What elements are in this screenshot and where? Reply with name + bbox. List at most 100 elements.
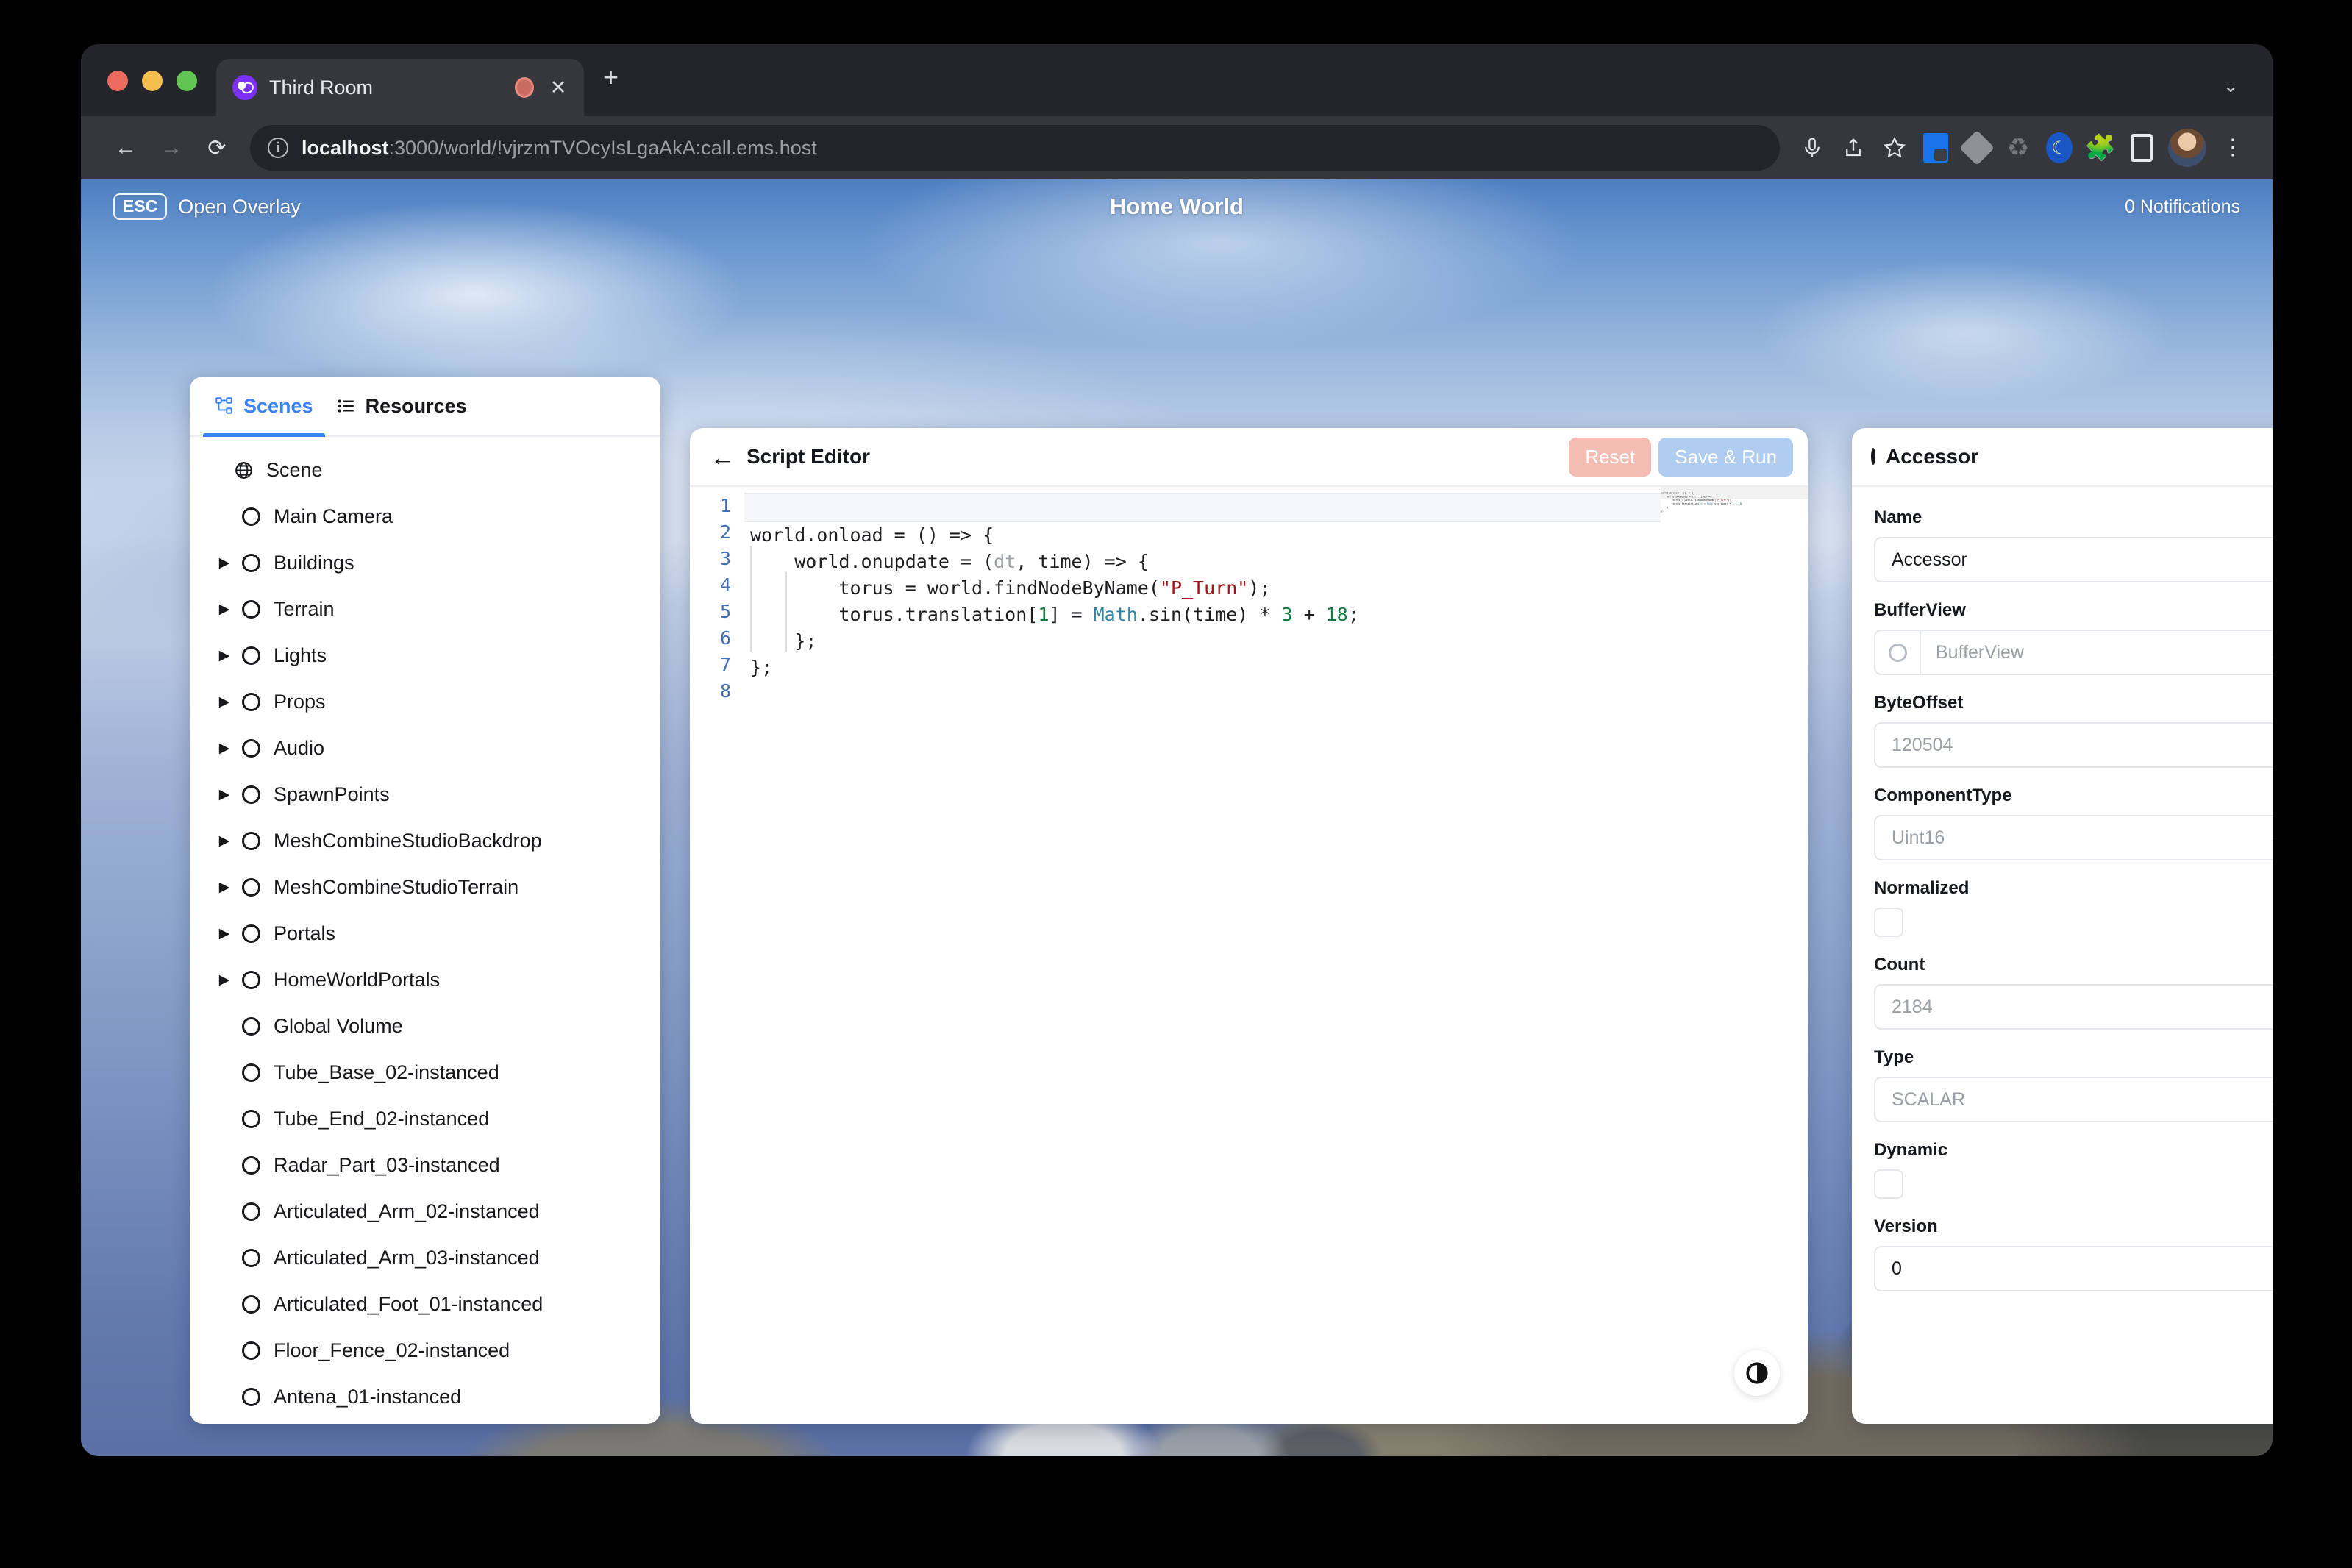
property-checkbox-dynamic[interactable]: [1874, 1169, 1903, 1199]
expand-triangle-icon[interactable]: ▶: [213, 694, 235, 710]
tree-node-row[interactable]: Main Camera: [190, 493, 660, 540]
tree-node-row[interactable]: ▶Audio: [190, 725, 660, 771]
chevron-down-icon[interactable]: ⌄: [2269, 828, 2273, 848]
expand-triangle-icon[interactable]: ▶: [213, 879, 235, 896]
tree-node-row[interactable]: ▶Props: [190, 679, 660, 725]
tree-node-row[interactable]: Radar_Part_03-instanced: [190, 1142, 660, 1189]
extension-recycle-icon[interactable]: ♻: [1998, 127, 2039, 168]
tree-node-label: Main Camera: [274, 505, 393, 528]
extension-diamond-icon[interactable]: [1956, 127, 1998, 168]
code-line[interactable]: };: [743, 655, 1808, 681]
address-bar[interactable]: i localhost:3000/world/!vjrzmTVOcyIsLgaA…: [250, 125, 1780, 171]
expand-triangle-icon[interactable]: ▶: [213, 786, 235, 803]
line-number: 7: [690, 652, 743, 678]
contrast-toggle-icon[interactable]: [1734, 1350, 1780, 1396]
expand-triangle-icon[interactable]: ▶: [213, 601, 235, 618]
property-input-name[interactable]: Accessor: [1874, 537, 2273, 582]
reload-icon[interactable]: ⟳: [194, 125, 240, 171]
expand-triangle-icon[interactable]: ▶: [213, 833, 235, 849]
side-panel-icon[interactable]: [2121, 127, 2162, 168]
extensions-puzzle-icon[interactable]: 🧩: [2080, 127, 2121, 168]
notifications-label[interactable]: 0 Notifications: [2125, 196, 2240, 218]
forward-arrow-icon[interactable]: →: [149, 125, 194, 171]
expand-triangle-icon[interactable]: ▶: [213, 740, 235, 757]
property-field: ByteOffset120504: [1874, 693, 2273, 768]
extension-night-mode-icon[interactable]: ☾: [2039, 127, 2080, 168]
close-icon[interactable]: ✕: [546, 76, 571, 99]
open-overlay-label[interactable]: Open Overlay: [178, 196, 301, 218]
tree-node-row[interactable]: ▶MeshCombineStudioBackdrop: [190, 818, 660, 864]
back-arrow-icon[interactable]: ←: [710, 445, 735, 469]
code-editor[interactable]: 12345678 world.onload = () => { world.on…: [690, 487, 1808, 1424]
property-field: Count2184: [1874, 955, 2273, 1030]
tree-node-row[interactable]: Tube_Base_02-instanced: [190, 1050, 660, 1096]
kebab-menu-icon[interactable]: ⋮: [2212, 127, 2253, 168]
expand-triangle-icon[interactable]: ▶: [213, 972, 235, 988]
node-ring-icon: [235, 693, 266, 711]
tab-resources[interactable]: Resources: [325, 377, 479, 435]
code-content[interactable]: world.onload = () => { world.onupdate = …: [743, 487, 1808, 1424]
tree-node-row[interactable]: ▶SpawnPoints: [190, 771, 660, 818]
chevron-down-icon[interactable]: ⌄: [2269, 643, 2273, 663]
info-circle-icon[interactable]: i: [268, 138, 288, 158]
microphone-icon[interactable]: [1792, 127, 1833, 168]
maximize-window-button[interactable]: [177, 71, 197, 91]
code-line[interactable]: torus = world.findNodeByName("P_Turn");: [743, 575, 1808, 602]
tree-node-label: Lights: [274, 644, 327, 667]
share-icon[interactable]: [1833, 127, 1874, 168]
property-select-type[interactable]: SCALAR⌄: [1874, 1077, 2273, 1122]
url-text: localhost:3000/world/!vjrzmTVOcyIsLgaAkA…: [302, 137, 817, 160]
property-select-bufferview[interactable]: BufferView⌄: [1874, 630, 2273, 675]
tree-node-label: Buildings: [274, 552, 354, 574]
world-viewport[interactable]: ESC Open Overlay Home World 0 Notificati…: [81, 179, 2273, 1456]
tree-node-row[interactable]: ▶Portals: [190, 910, 660, 957]
minimize-window-button[interactable]: [142, 71, 163, 91]
code-line[interactable]: [744, 493, 1808, 522]
tree-node-row[interactable]: Floor_Fence_02-instanced: [190, 1328, 660, 1374]
property-input-byteoffset[interactable]: 120504: [1874, 722, 2273, 768]
property-label: Version: [1874, 1216, 2273, 1237]
property-label: Normalized: [1874, 878, 2273, 899]
expand-triangle-icon[interactable]: ▶: [213, 925, 235, 942]
code-line[interactable]: world.onload = () => {: [743, 522, 1808, 549]
tree-node-row[interactable]: Articulated_Foot_01-instanced: [190, 1281, 660, 1328]
tree-node-row[interactable]: ▶Terrain: [190, 586, 660, 632]
property-checkbox-normalized[interactable]: [1874, 908, 1903, 937]
tree-node-row[interactable]: ▶ Buildings: [190, 540, 660, 586]
scene-tree[interactable]: SceneMain Camera▶Buildings▶Terrain▶Light…: [190, 437, 660, 1424]
tree-node-row[interactable]: Scene: [190, 447, 660, 493]
bookmark-star-icon[interactable]: [1874, 127, 1915, 168]
code-line[interactable]: [743, 681, 1808, 708]
back-arrow-icon[interactable]: ←: [103, 125, 149, 171]
plus-icon[interactable]: +: [584, 62, 638, 116]
node-ring-icon: [235, 924, 266, 943]
tree-node-row[interactable]: ▶ Lights: [190, 632, 660, 679]
chevron-down-icon[interactable]: ⌄: [2269, 1090, 2273, 1110]
tree-node-row[interactable]: Antena_01-instanced: [190, 1374, 660, 1420]
property-input-count[interactable]: 2184: [1874, 984, 2273, 1030]
reset-button[interactable]: Reset: [1569, 438, 1651, 477]
expand-triangle-icon[interactable]: ▶: [213, 555, 235, 571]
save-and-run-button[interactable]: Save & Run: [1658, 438, 1793, 477]
code-line[interactable]: torus.translation[1] = Math.sin(time) * …: [743, 602, 1808, 628]
tree-node-row[interactable]: Global Volume: [190, 1003, 660, 1050]
chevron-down-icon[interactable]: ⌄: [2223, 74, 2239, 97]
tree-node-row[interactable]: Tube_Base_01-instanced: [190, 1420, 660, 1424]
profile-avatar[interactable]: [2168, 129, 2206, 167]
tree-node-row[interactable]: ▶HomeWorldPortals: [190, 957, 660, 1003]
tree-node-row[interactable]: Articulated_Arm_03-instanced: [190, 1235, 660, 1281]
property-select-componenttype[interactable]: Uint16⌄: [1874, 815, 2273, 860]
tree-node-row[interactable]: ▶MeshCombineStudioTerrain: [190, 864, 660, 910]
tab-scenes[interactable]: Scenes: [203, 377, 325, 435]
node-ring-icon: [242, 1249, 260, 1267]
property-input-version[interactable]: 0: [1874, 1246, 2273, 1291]
browser-tab[interactable]: Third Room ✕: [216, 59, 584, 116]
extension-lastpass-icon[interactable]: [1915, 127, 1956, 168]
third-room-logo-icon: [232, 75, 257, 100]
close-window-button[interactable]: [107, 71, 128, 91]
expand-triangle-icon[interactable]: ▶: [213, 647, 235, 664]
code-line[interactable]: };: [743, 628, 1808, 655]
tree-node-row[interactable]: Tube_End_02-instanced: [190, 1096, 660, 1142]
code-line[interactable]: world.onupdate = (dt, time) => {: [743, 549, 1808, 575]
tree-node-row[interactable]: Articulated_Arm_02-instanced: [190, 1189, 660, 1235]
